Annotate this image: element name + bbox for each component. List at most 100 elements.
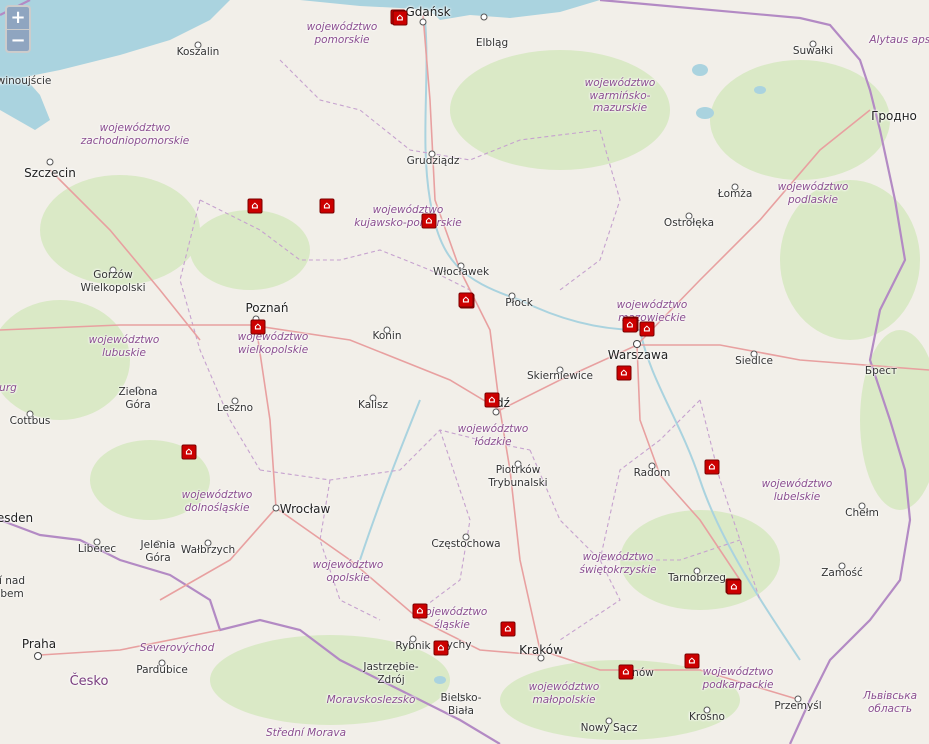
map-label-swinoujscie: winoujście <box>0 75 52 87</box>
map-label-zamosc: Zamość <box>821 567 863 579</box>
map-label-podkarpackie: województwo podkarpackie <box>702 666 774 691</box>
map-label-jastrzebie: Jastrzębie- Zdrój <box>363 661 419 686</box>
map-label-suwalki: Suwałki <box>792 45 834 57</box>
map-label-krosno: Krosno <box>689 711 725 723</box>
traffic-camera-icon[interactable]: ⌂ <box>726 579 742 595</box>
map-label-wloclawek: Włocławek <box>432 266 490 278</box>
map-label-wroclaw: Wrocław <box>279 502 331 516</box>
map-label-warminsko: województwo warmińsko-mazurskie <box>584 77 656 115</box>
map-label-tarnobrzeg: Tarnobrzeg <box>668 572 726 584</box>
city-dot-gdansk <box>419 18 427 26</box>
map-label-cottbus: Cottbus <box>9 415 51 427</box>
traffic-camera-icon[interactable]: ⌂ <box>458 292 474 308</box>
map-view[interactable]: Gdańsk Elbląg Koszalin Suwałki Alytaus apskr… <box>0 0 929 744</box>
camera-glyph-icon: ⌂ <box>323 200 331 211</box>
map-label-strednimorava: Střední Morava <box>265 727 347 739</box>
city-dot-warszawa <box>633 340 641 348</box>
camera-glyph-icon: ⌂ <box>622 666 630 677</box>
traffic-camera-icon[interactable]: ⌂ <box>484 392 500 408</box>
map-label-konin: Konin <box>372 330 402 342</box>
traffic-camera-icon[interactable]: ⌂ <box>250 319 266 335</box>
map-label-kujawsko: województwo kujawsko-pomorskie <box>354 204 462 229</box>
map-label-chelm: Chełm <box>845 507 879 519</box>
map-label-lwowska: Львівська область <box>862 690 918 715</box>
map-label-pardubice: Pardubice <box>136 664 188 676</box>
map-label-praha: Praha <box>21 637 57 651</box>
camera-glyph-icon: ⌂ <box>396 12 404 23</box>
map-label-lubelskie: województwo lubelskie <box>761 478 833 503</box>
map-label-skierniewice: Skierniewice <box>526 370 594 382</box>
map-label-kalisz: Kalisz <box>358 399 388 411</box>
map-label-walbrzych: Wałbrzych <box>180 544 236 556</box>
map-label-lodzkie: województwo łódzkie <box>457 423 529 448</box>
zoom-in-button[interactable]: + <box>7 7 29 29</box>
traffic-camera-icon[interactable]: ⌂ <box>433 640 449 656</box>
camera-glyph-icon: ⌂ <box>626 319 634 330</box>
traffic-camera-icon[interactable]: ⌂ <box>618 664 634 680</box>
map-label-szczecin: Szczecin <box>24 166 76 180</box>
map-label-brest: Брест <box>864 365 898 377</box>
map-label-moravskoslezsko: Moravskoslezsko <box>326 694 416 706</box>
map-label-grudziadz: Grudziądz <box>406 155 460 167</box>
traffic-camera-icon[interactable]: ⌂ <box>247 198 263 214</box>
traffic-camera-icon[interactable]: ⌂ <box>616 365 632 381</box>
map-label-piotrkow: Piotrków Trybunalski <box>488 464 548 489</box>
map-label-urg: urg <box>0 382 17 394</box>
camera-glyph-icon: ⌂ <box>185 446 193 457</box>
map-label-rybnik: Rybnik <box>395 640 431 652</box>
traffic-camera-icon[interactable]: ⌂ <box>704 459 720 475</box>
map-label-zielona: Zielona Góra <box>118 386 158 411</box>
map-label-koszalin: Koszalin <box>176 46 220 58</box>
traffic-camera-icon[interactable]: ⌂ <box>392 10 408 26</box>
camera-glyph-icon: ⌂ <box>643 323 651 334</box>
camera-glyph-icon: ⌂ <box>688 655 696 666</box>
map-label-wielkopolskie: województwo wielkopolskie <box>237 331 309 356</box>
camera-glyph-icon: ⌂ <box>708 461 716 472</box>
map-label-severovychod: Severovýchod <box>139 642 215 654</box>
camera-glyph-icon: ⌂ <box>416 605 424 616</box>
map-label-lomza: Łomża <box>717 188 753 200</box>
city-dot-elblag <box>480 13 488 21</box>
city-dot-szczecin <box>46 158 54 166</box>
map-label-tarnow: nów <box>632 667 654 679</box>
map-label-malopolskie: województwo małopolskie <box>528 681 600 706</box>
map-label-elblag: Elbląg <box>475 37 509 49</box>
camera-glyph-icon: ⌂ <box>437 642 445 653</box>
map-label-esden: esden <box>0 511 34 525</box>
map-label-krakow: Kraków <box>519 643 563 657</box>
city-dot-wroclaw <box>272 504 280 512</box>
map-label-swietokrzyskie: województwo świętokrzyskie <box>579 551 657 576</box>
zoom-out-button[interactable]: − <box>7 29 29 51</box>
map-label-zachodniopomorskie: województwo zachodniopomorskie <box>80 122 190 147</box>
map-label-leszno: Leszno <box>216 402 254 414</box>
camera-glyph-icon: ⌂ <box>620 367 628 378</box>
traffic-camera-icon[interactable]: ⌂ <box>421 213 437 229</box>
map-label-przemysl: Przemyśl <box>774 700 822 712</box>
map-label-gdansk: Gdańsk <box>405 5 451 19</box>
map-label-dolnoslaskie: województwo dolnośląskie <box>181 489 253 514</box>
map-label-pomorskie: województwo pomorskie <box>306 21 378 46</box>
traffic-camera-icon[interactable]: ⌂ <box>500 621 516 637</box>
map-label-bielsko: Bielsko- Biała <box>440 692 482 717</box>
camera-glyph-icon: ⌂ <box>488 394 496 405</box>
traffic-camera-icon[interactable]: ⌂ <box>684 653 700 669</box>
traffic-camera-icon[interactable]: ⌂ <box>412 603 428 619</box>
map-label-jelenia: Jelenia Góra <box>140 539 176 564</box>
camera-glyph-icon: ⌂ <box>251 200 259 211</box>
map-label-warszawa: Warszawa <box>607 348 669 362</box>
map-label-nadbem: í nad bem <box>0 575 26 600</box>
zoom-control: + − <box>5 5 31 53</box>
map-label-alytaus: Alytaus apskr <box>869 34 929 46</box>
map-label-nowysacz: Nowy Sącz <box>580 722 638 734</box>
traffic-camera-icon[interactable]: ⌂ <box>622 317 638 333</box>
map-label-siedlce: Siedlce <box>735 355 773 367</box>
map-base-layer <box>0 0 929 744</box>
map-label-opolskie: województwo opolskie <box>312 559 384 584</box>
map-label-poznan: Poznań <box>245 301 289 315</box>
map-label-lubuskie: województwo lubuskie <box>88 334 160 359</box>
traffic-camera-icon[interactable]: ⌂ <box>181 444 197 460</box>
camera-glyph-icon: ⌂ <box>730 581 738 592</box>
map-label-tychy: ychy <box>446 639 472 651</box>
traffic-camera-icon[interactable]: ⌂ <box>639 321 655 337</box>
traffic-camera-icon[interactable]: ⌂ <box>319 198 335 214</box>
